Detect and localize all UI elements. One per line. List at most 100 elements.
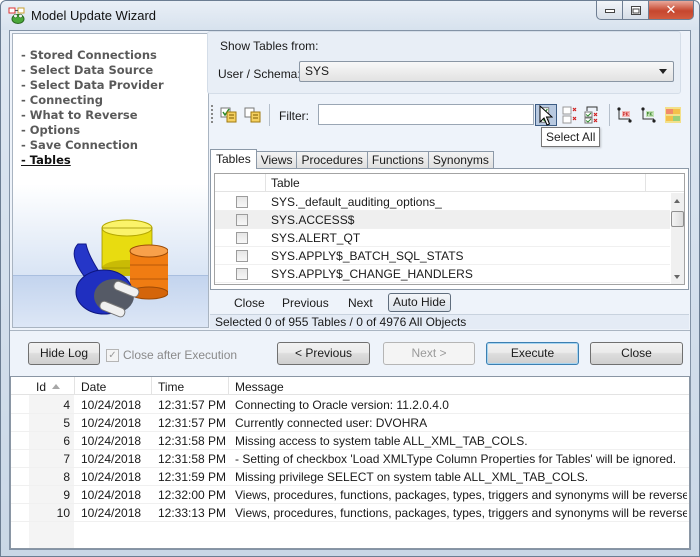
search-next-link[interactable]: Next: [348, 296, 373, 310]
auto-hide-toggle[interactable]: Auto Hide: [388, 293, 451, 312]
minimize-button[interactable]: [596, 1, 623, 20]
check-list-icon[interactable]: [219, 105, 239, 125]
invert-selection-icon[interactable]: [583, 105, 603, 125]
column-header-time[interactable]: Time: [158, 380, 184, 394]
table-name: SYS.ACCESS$: [271, 213, 355, 227]
tab-functions[interactable]: Functions: [366, 151, 429, 169]
log-row[interactable]: 9 10/24/2018 12:32:00 PM Views, procedur…: [11, 486, 689, 504]
model-update-wizard-window: Model Update Wizard ✕ - Stored Connectio…: [0, 0, 700, 557]
log-row[interactable]: 5 10/24/2018 12:31:57 PM Currently conne…: [11, 414, 689, 432]
log-date: 10/24/2018: [81, 470, 142, 484]
table-row-checkbox[interactable]: [236, 232, 248, 244]
log-time: 12:33:13 PM: [158, 506, 227, 520]
table-name: SYS.APPLY$_BATCH_SQL_STATS: [271, 249, 464, 263]
select-all-tooltip: Select All: [541, 127, 601, 147]
table-row-checkbox[interactable]: [236, 196, 248, 208]
next-button[interactable]: Next >: [383, 342, 475, 365]
log-message: - Setting of checkbox 'Load XMLType Colu…: [235, 452, 677, 466]
toolbar-separator: [269, 104, 270, 126]
log-date: 10/24/2018: [81, 488, 142, 502]
log-row[interactable]: 10 10/24/2018 12:33:13 PM Views, procedu…: [11, 504, 689, 522]
log-time: 12:31:58 PM: [158, 452, 227, 466]
maximize-button[interactable]: [623, 1, 649, 20]
wizard-steps-list: - Stored Connections - Select Data Sourc…: [21, 48, 164, 168]
select-pk-fk-icon[interactable]: [663, 105, 683, 125]
table-name: SYS.APPLY$_CHANGE_HANDLERS: [271, 267, 473, 281]
table-row-checkbox[interactable]: [236, 214, 248, 226]
previous-button[interactable]: < Previous: [277, 342, 370, 365]
close-button[interactable]: Close: [590, 342, 683, 365]
table-row[interactable]: SYS._default_auditing_options_: [215, 193, 670, 211]
wizard-step-select-data-provider: - Select Data Provider: [21, 78, 164, 92]
log-time: 12:32:00 PM: [158, 488, 227, 502]
column-header-id[interactable]: Id: [36, 380, 61, 394]
log-row[interactable]: 7 10/24/2018 12:31:58 PM - Setting of ch…: [11, 450, 689, 468]
search-previous-link[interactable]: Previous: [282, 296, 329, 310]
log-time: 12:31:57 PM: [158, 416, 227, 430]
log-row[interactable]: 8 10/24/2018 12:31:59 PM Missing privile…: [11, 468, 689, 486]
column-header-date[interactable]: Date: [81, 380, 106, 394]
close-icon: ✕: [665, 2, 677, 17]
wizard-steps-panel: - Stored Connections - Select Data Sourc…: [12, 33, 209, 328]
scroll-up-arrow-icon[interactable]: [674, 199, 680, 203]
log-id: 7: [63, 452, 70, 466]
toolbar-grip[interactable]: [211, 105, 213, 125]
log-row[interactable]: 4 10/24/2018 12:31:57 PM Connecting to O…: [11, 396, 689, 414]
database-plug-icon: [73, 219, 168, 318]
tab-tables[interactable]: Tables: [210, 149, 257, 169]
log-id: 9: [63, 488, 70, 502]
log-message: Missing privilege SELECT on system table…: [235, 470, 589, 484]
wizard-step-tables: - Tables: [21, 153, 71, 167]
tables-grid: Table SYS._default_auditing_options_ SYS…: [214, 173, 685, 285]
tab-procedures[interactable]: Procedures: [296, 151, 368, 169]
log-grid-header: Id Date Time Message: [11, 377, 689, 395]
toolbar-separator: [609, 104, 610, 126]
search-close-link[interactable]: Close: [234, 296, 265, 310]
wizard-step-save-connection: - Save Connection: [21, 138, 138, 152]
scrollbar-thumb[interactable]: [671, 211, 684, 227]
column-header-message[interactable]: Message: [235, 380, 284, 394]
window-title: Model Update Wizard: [31, 8, 156, 23]
select-pk-icon[interactable]: PK: [615, 105, 635, 125]
title-bar[interactable]: Model Update Wizard ✕: [1, 1, 699, 30]
svg-text:FK: FK: [647, 112, 654, 118]
hide-log-button[interactable]: Hide Log: [28, 342, 100, 365]
checkbox-checked-icon[interactable]: ✓: [106, 348, 119, 362]
divider: [10, 330, 690, 331]
uncheck-list-icon[interactable]: [243, 105, 263, 125]
svg-text:PK: PK: [623, 112, 630, 118]
table-row[interactable]: SYS.APPLY$_CHANGE_HANDLERS: [215, 265, 670, 283]
tab-synonyms[interactable]: Synonyms: [427, 151, 494, 169]
log-message: Connecting to Oracle version: 11.2.0.4.0: [235, 398, 449, 412]
wizard-step-stored-connections: - Stored Connections: [21, 48, 157, 62]
selection-status: Selected 0 of 955 Tables / 0 of 4976 All…: [210, 314, 689, 329]
table-row[interactable]: SYS.APPLY$_BATCH_SQL_STATS: [215, 247, 670, 265]
frog-model-icon: [8, 7, 25, 24]
user-schema-dropdown[interactable]: SYS: [299, 61, 674, 82]
log-date: 10/24/2018: [81, 506, 142, 520]
tables-grid-scrollbar[interactable]: [671, 193, 684, 284]
table-row-checkbox[interactable]: [236, 268, 248, 280]
table-row[interactable]: SYS.ACCESS$: [215, 211, 670, 229]
log-id: 5: [63, 416, 70, 430]
log-row[interactable]: 6 10/24/2018 12:31:58 PM Missing access …: [11, 432, 689, 450]
log-id: 10: [56, 506, 70, 520]
filter-input[interactable]: [318, 104, 534, 125]
table-row-checkbox[interactable]: [236, 250, 248, 262]
log-id: 6: [63, 434, 70, 448]
table-row[interactable]: SYS.ALERT_QT: [215, 229, 670, 247]
log-date: 10/24/2018: [81, 416, 142, 430]
wizard-step-connecting: - Connecting: [21, 93, 103, 107]
column-header-table[interactable]: Table: [271, 176, 300, 190]
log-id: 4: [63, 398, 70, 412]
filter-label: Filter:: [279, 109, 309, 123]
tables-tab-panel: Table SYS._default_auditing_options_ SYS…: [210, 168, 689, 290]
deselect-all-icon[interactable]: [560, 105, 580, 125]
select-fk-icon[interactable]: FK: [639, 105, 659, 125]
tab-views[interactable]: Views: [255, 151, 298, 169]
close-window-button[interactable]: ✕: [649, 1, 694, 20]
close-after-execution-checkbox[interactable]: ✓ Close after Execution: [106, 348, 237, 362]
log-message: Views, procedures, functions, packages, …: [235, 506, 687, 520]
scroll-down-arrow-icon[interactable]: [674, 275, 680, 279]
execute-button[interactable]: Execute: [486, 342, 579, 365]
